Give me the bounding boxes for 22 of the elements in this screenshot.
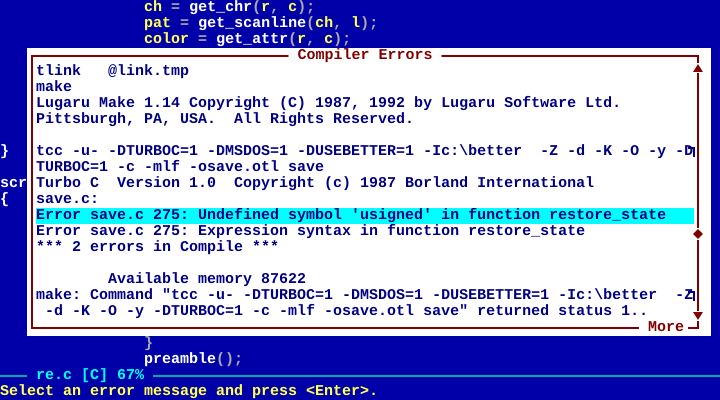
output-line[interactable]: make bbox=[36, 80, 72, 96]
output-line[interactable]: Lugaru Make 1.14 Copyright (C) 1987, 1992 by Lugaru Software Ltd. bbox=[36, 96, 622, 112]
file-status: re.c [C] 67% bbox=[35, 368, 146, 384]
prompt-message: Select an error message and press <Enter>. bbox=[0, 383, 378, 400]
code-fragment: { bbox=[0, 191, 10, 208]
output-line[interactable]: Available memory 87622 bbox=[36, 272, 306, 288]
code-line: } bbox=[144, 336, 154, 352]
code-line: color = get_attr(r, c); bbox=[144, 32, 352, 48]
dialog-title: Compiler Errors bbox=[288, 48, 442, 64]
code-fragment: } bbox=[0, 143, 10, 160]
output-line[interactable]: Error save.c 275: Expression syntax in function restore_state bbox=[36, 224, 586, 240]
output-line[interactable]: TURBOC=1 -c -mlf -osave.otl save bbox=[36, 160, 324, 176]
code-fragment: scr bbox=[0, 175, 28, 192]
output-line[interactable]: Pittsburgh, PA, USA. All Rights Reserved. bbox=[36, 112, 414, 128]
code-line: ch = get_chr(r, c); bbox=[144, 0, 316, 16]
output-line[interactable]: *** 2 errors in Compile *** bbox=[36, 240, 280, 256]
output-line[interactable]: tlink @link.tmp bbox=[36, 64, 190, 80]
code-line: pat = get_scanline(ch, l); bbox=[144, 16, 378, 32]
output-line[interactable]: Turbo C Version 1.0 Copyright (c) 1987 Borland International bbox=[36, 176, 594, 192]
code-line: preamble(); bbox=[144, 352, 244, 368]
output-line[interactable]: -d -K -O -y -DTURBOC=1 -c -mlf -osave.otl save" returned status 1.. bbox=[36, 304, 648, 320]
output-line[interactable]: save.c: bbox=[36, 192, 100, 208]
